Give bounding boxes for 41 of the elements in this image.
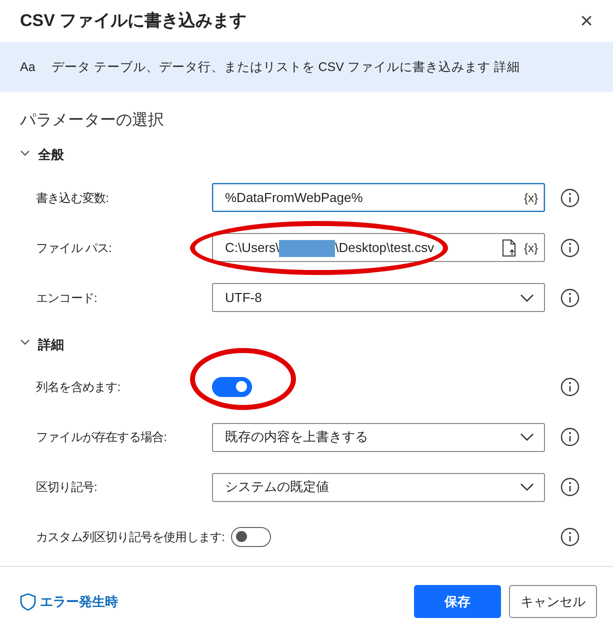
- field-label: ファイルが存在する場合:: [36, 429, 168, 446]
- info-icon: [560, 427, 580, 447]
- info-icon: [560, 477, 580, 497]
- shield-icon: [20, 592, 36, 610]
- cancel-button[interactable]: キャンセル: [509, 585, 597, 618]
- field-label: 書き込む変数:: [36, 190, 110, 206]
- field-label: 列名を含めます:: [36, 379, 122, 396]
- caret-icon: [520, 483, 534, 491]
- toggle-switch[interactable]: [230, 527, 271, 547]
- toggle-switch[interactable]: [212, 377, 252, 397]
- caret-icon: [520, 294, 534, 302]
- variable-button[interactable]: {x}: [524, 188, 538, 206]
- dropdown[interactable]: システムの既定値: [212, 472, 545, 502]
- save-button[interactable]: 保存: [414, 585, 501, 618]
- info-icon: [560, 527, 580, 547]
- text-field[interactable]: %DataFromWebPage% {x}: [212, 183, 545, 212]
- info-icon: [560, 188, 580, 208]
- info-icon: [560, 238, 580, 258]
- path-text: \Desktop\test.csv: [335, 240, 434, 255]
- section-title: 全般: [38, 146, 64, 164]
- info-icon: [560, 377, 580, 397]
- section-title: 詳細: [38, 336, 64, 354]
- description-text: データ テーブル、データ行、またはリストを CSV ファイルに書き込みます 詳細: [51, 58, 520, 76]
- section-heading: パラメーターの選択: [20, 111, 165, 131]
- field-label: 区切り記号:: [36, 479, 98, 496]
- file-icon: [502, 238, 516, 256]
- details-link[interactable]: 詳細: [494, 60, 520, 74]
- field-label: カスタム列区切り記号を使用します:: [36, 529, 226, 546]
- window-title: CSV ファイルに書き込みます: [20, 10, 247, 32]
- field-label: ファイル パス:: [36, 240, 112, 256]
- error-handling-link[interactable]: エラー発生時: [40, 592, 118, 612]
- caret-icon: [520, 433, 534, 441]
- dropdown[interactable]: 既存の内容を上書きする: [212, 422, 545, 452]
- variable-button[interactable]: {x}: [524, 238, 538, 256]
- path-text: C:\Users\: [225, 240, 280, 255]
- dropdown[interactable]: UTF-8: [212, 283, 545, 312]
- field-label: エンコード:: [36, 290, 98, 306]
- file-path-field[interactable]: C:\Users\ \Desktop\test.csv {x}: [212, 233, 545, 262]
- close-button[interactable]: ×: [580, 10, 593, 32]
- font-icon: Aa: [20, 58, 36, 76]
- info-icon: [560, 288, 580, 308]
